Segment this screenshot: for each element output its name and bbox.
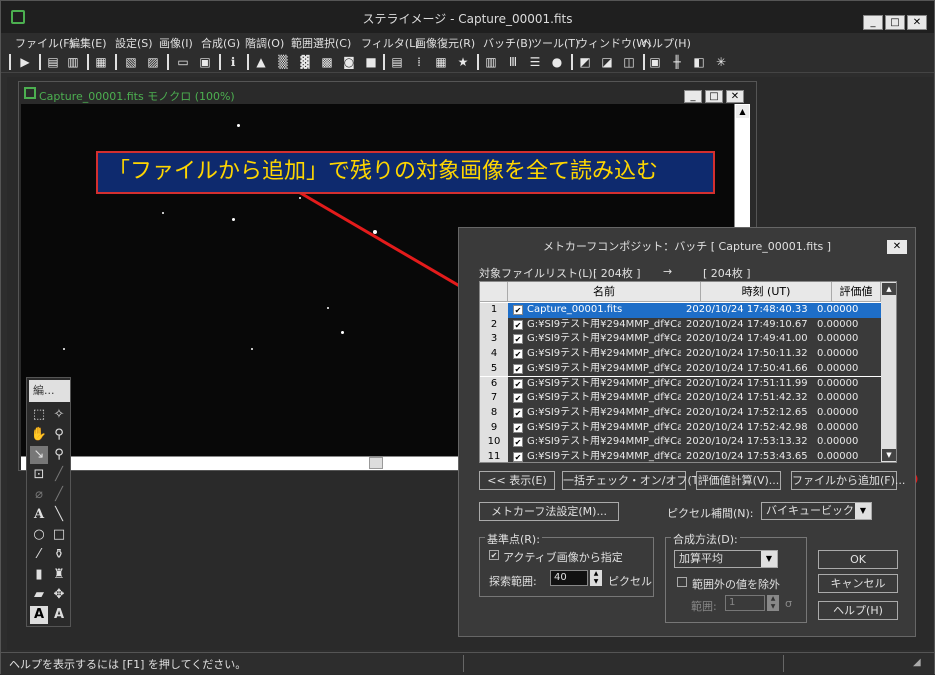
table-row[interactable]: 1 ✔ Capture_00001.fits 2020/10/24 17:48:40.… xyxy=(480,303,881,318)
search-range-unit: ピクセル xyxy=(608,575,652,588)
range-stepper[interactable]: ▲ ▼ xyxy=(767,595,779,611)
table-row[interactable]: 2 ✔ G:¥SI9テスト用¥294MMP_df¥Ca... 2020/10/24 1… xyxy=(480,317,881,333)
help-button[interactable]: ヘルプ(H) xyxy=(818,601,898,620)
table-row[interactable]: 8 ✔ G:¥SI9テスト用¥294MMP_df¥Ca... 2020/10/24 1… xyxy=(480,405,881,421)
palette-title: 編... xyxy=(29,380,70,402)
ellipse-icon[interactable]: ○ xyxy=(30,526,48,544)
exclude-range-label: 範囲外の値を除外 xyxy=(692,578,780,591)
row-checkbox[interactable]: ✔ xyxy=(513,319,523,330)
hand-icon[interactable]: ✋ xyxy=(30,426,48,444)
stamp-icon[interactable]: ⌀ xyxy=(30,486,48,504)
show-button[interactable]: << 表示(E) xyxy=(479,471,555,490)
table-row[interactable]: 4 ✔ G:¥SI9テスト用¥294MMP_df¥Ca... 2020/10/24 1… xyxy=(480,347,881,362)
app-window: ステライメージ - Capture_00001.fits _ □ ✕ ファイル(… xyxy=(0,0,935,674)
table-row[interactable]: 6 ✔ G:¥SI9テスト用¥294MMP_df¥Ca... 2020/10/24 1… xyxy=(480,376,881,392)
select-magic-icon[interactable]: ✧ xyxy=(50,406,68,424)
row-checkbox[interactable]: ✔ xyxy=(513,305,523,315)
level-bar-icon[interactable]: ▮ xyxy=(30,566,48,584)
col-header-score[interactable]: 評価値 xyxy=(832,282,881,302)
count-before: [ 204枚 ] xyxy=(593,267,641,280)
crop-icon[interactable]: ⊡ xyxy=(30,466,48,484)
table-row[interactable]: 7 ✔ G:¥SI9テスト用¥294MMP_df¥Ca... 2020/10/24 1… xyxy=(480,391,881,406)
text-box-icon[interactable]: A xyxy=(30,606,48,624)
sigma-label: σ xyxy=(785,597,792,610)
row-checkbox[interactable]: ✔ xyxy=(513,363,523,374)
search-range-input[interactable]: 40 xyxy=(550,570,588,586)
pencil-icon[interactable]: ⁄ xyxy=(30,546,48,564)
active-image-checkbox[interactable]: ✔ xyxy=(489,550,499,560)
toggle-check-button[interactable]: 一括チェック・オン/オフ(T) xyxy=(562,471,703,490)
method-select[interactable]: 加算平均 ▼ xyxy=(674,550,778,568)
chevron-down-icon: ▼ xyxy=(855,503,871,519)
pixel-interp-select[interactable]: バイキュービック ▼ xyxy=(761,502,872,520)
graph-icon[interactable]: ▰ xyxy=(30,586,48,604)
table-row[interactable]: 11 ✔ G:¥SI9テスト用¥294MMP_df¥Ca... 2020/10/24 … xyxy=(480,450,881,462)
select-rect-icon[interactable]: ⬚ xyxy=(30,406,48,424)
evaluate-button[interactable]: 評価値計算(V)... xyxy=(696,471,781,490)
search-range-stepper[interactable]: ▲ ▼ xyxy=(590,570,602,586)
metcalf-composite-dialog: メトカーフコンポジット：バッチ [ Capture_00001.fits ] ✕… xyxy=(458,227,916,637)
col-header-name[interactable]: 名前 xyxy=(508,282,701,302)
row-checkbox[interactable]: ✔ xyxy=(513,407,523,418)
brush-icon[interactable]: ╱ xyxy=(50,466,68,484)
ok-button[interactable]: OK xyxy=(818,550,898,569)
row-checkbox[interactable]: ✔ xyxy=(513,334,523,345)
cancel-button[interactable]: キャンセル xyxy=(818,574,898,593)
status-divider xyxy=(463,655,464,672)
col-header-time[interactable]: 時刻 (UT) xyxy=(701,282,832,302)
rotate-icon[interactable]: ✥ xyxy=(50,586,68,604)
pen-icon[interactable]: ╱ xyxy=(50,486,68,504)
table-row[interactable]: 5 ✔ G:¥SI9テスト用¥294MMP_df¥Ca... 2020/10/24 1… xyxy=(480,361,881,377)
zoom-icon[interactable]: ⚲ xyxy=(50,426,68,444)
file-list-table[interactable]: 名前 時刻 (UT) 評価値 1 ✔ Capture_00001.fits 2020/… xyxy=(479,281,897,463)
active-image-label: アクティブ画像から指定 xyxy=(503,551,623,564)
method-group-title: 合成方法(D): xyxy=(671,531,740,547)
dialog-close-button[interactable]: ✕ xyxy=(887,240,907,254)
stamp-tool-icon[interactable]: ♜ xyxy=(50,566,68,584)
row-checkbox[interactable]: ✔ xyxy=(513,393,523,404)
reference-group-title: 基準点(R): xyxy=(485,531,542,547)
eyedropper-icon[interactable]: ⚲ xyxy=(50,446,68,464)
tool-palette: 編... ⬚ ✧ ✋ ⚲ ↘ ⚲ ⊡ ╱ ⌀ ╱ A ╲ ○ □ ⁄ ⚱ ▮ ♜… xyxy=(26,377,71,627)
status-divider xyxy=(783,655,784,672)
exclude-range-checkbox[interactable] xyxy=(677,577,687,587)
chevron-down-icon: ▼ xyxy=(761,551,777,567)
annotation-banner: 「ファイルから追加」で残りの対象画像を全て読み込む xyxy=(96,151,715,194)
rectangle-icon[interactable]: □ xyxy=(50,526,68,544)
dialog-title: メトカーフコンポジット：バッチ [ Capture_00001.fits ] xyxy=(542,240,832,253)
range-input[interactable]: 1 xyxy=(725,595,765,611)
table-row[interactable]: 9 ✔ G:¥SI9テスト用¥294MMP_df¥Ca... 2020/10/24 1… xyxy=(480,420,881,436)
range-label: 範囲: xyxy=(691,600,717,613)
fill-icon[interactable]: ⚱ xyxy=(50,546,68,564)
resize-grip-icon[interactable]: ◢ xyxy=(913,657,927,671)
text-icon[interactable]: A xyxy=(30,506,48,524)
scroll-up-icon[interactable]: ▲ xyxy=(882,283,896,295)
metcalf-settings-button[interactable]: メトカーフ法設定(M)... xyxy=(479,502,619,521)
status-text: ヘルプを表示するには [F1] を押してください。 xyxy=(9,658,247,671)
line-icon[interactable]: ╲ xyxy=(50,506,68,524)
text-outline-icon[interactable]: A xyxy=(50,606,68,624)
status-bar: ヘルプを表示するには [F1] を押してください。 ◢ xyxy=(1,652,934,674)
table-row[interactable]: 10 ✔ G:¥SI9テスト用¥294MMP_df¥Ca... 2020/10/24 … xyxy=(480,435,881,450)
scroll-down-icon[interactable]: ▼ xyxy=(882,449,896,461)
row-checkbox[interactable]: ✔ xyxy=(513,349,523,360)
file-list-label: 対象ファイルリスト(L): xyxy=(479,267,597,280)
row-checkbox[interactable]: ✔ xyxy=(513,422,523,433)
add-from-file-button[interactable]: ファイルから追加(F)... xyxy=(791,471,905,490)
count-after: [ 204枚 ] xyxy=(703,267,751,280)
row-checkbox[interactable]: ✔ xyxy=(513,437,523,448)
table-scrollbar[interactable]: ▲ ▼ xyxy=(881,282,896,462)
row-checkbox[interactable]: ✔ xyxy=(513,452,523,462)
row-checkbox[interactable]: ✔ xyxy=(513,378,523,389)
col-header-index xyxy=(480,282,508,302)
pixel-interp-label: ピクセル補間(N): xyxy=(667,507,754,520)
search-range-label: 探索範囲: xyxy=(489,575,537,588)
table-row[interactable]: 3 ✔ G:¥SI9テスト用¥294MMP_df¥Ca... 2020/10/24 1… xyxy=(480,332,881,348)
count-arrow: → xyxy=(663,265,673,278)
pointer-icon[interactable]: ↘ xyxy=(30,446,48,464)
